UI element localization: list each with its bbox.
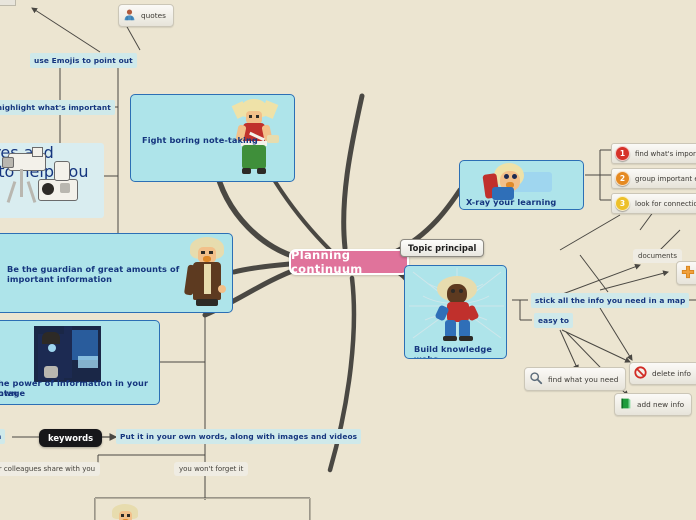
numbered-item-label: find what's important bbox=[635, 149, 696, 158]
badge-number: 3 bbox=[615, 196, 630, 211]
chip-use-emojis[interactable]: use Emojis to point out bbox=[30, 53, 137, 68]
numbered-item-1[interactable]: 1 find what's important bbox=[611, 143, 696, 164]
chip-easy-to[interactable]: easy to bbox=[534, 313, 574, 328]
branch-pictures-and-videos[interactable]: g Pictures and Videos to help you bbox=[0, 143, 104, 218]
chip-keywords[interactable]: keywords bbox=[39, 429, 103, 447]
chip-put-in-your-own-words[interactable]: Put it in your own words, along with ima… bbox=[116, 429, 362, 444]
icon-chip-quotes[interactable]: quotes bbox=[118, 4, 174, 27]
branch-power-of-information[interactable]: he power of information in your own ntag… bbox=[0, 320, 160, 405]
badge-number: 1 bbox=[615, 146, 630, 161]
camera-equipment-image bbox=[2, 147, 94, 205]
bottom-character-image bbox=[110, 504, 140, 520]
icon-chip-add-plus[interactable] bbox=[676, 261, 696, 285]
numbered-item-3[interactable]: 3 look for connections bbox=[611, 193, 696, 214]
numbered-item-label: group important elem bbox=[635, 174, 696, 183]
tooltip-topic-principal: Topic principal bbox=[400, 239, 485, 257]
chip-highlight-colours[interactable]: urs to highlight what's important bbox=[0, 100, 115, 115]
branch-caption: Build knowledge webs bbox=[414, 344, 492, 359]
branch-build-knowledge-webs[interactable]: Build knowledge webs bbox=[404, 265, 507, 359]
label-colleagues-share[interactable]: our colleagues share with you bbox=[0, 462, 101, 476]
icon-chip-delete-info[interactable]: delete info bbox=[629, 362, 696, 385]
icon-chip-label: find what you need bbox=[548, 374, 619, 384]
icon-chip-label: delete info bbox=[652, 369, 691, 378]
branch-caption: Fight boring note-taking bbox=[142, 135, 258, 145]
prohibition-icon bbox=[634, 366, 647, 381]
icon-chip-label: add new info bbox=[637, 400, 685, 409]
wizard-character-image bbox=[183, 237, 230, 311]
mindmap-canvas: Planning continuum Topic principal Fight… bbox=[0, 0, 696, 520]
person-icon bbox=[123, 8, 136, 23]
branch-guardian-of-information[interactable]: Be the guardian of great amounts of impo… bbox=[0, 233, 233, 313]
night-city-character-image bbox=[34, 326, 101, 382]
branch-caption-line2: important information bbox=[7, 274, 113, 284]
fragment-top-left[interactable] bbox=[0, 0, 16, 6]
central-node[interactable]: Planning continuum bbox=[289, 248, 409, 276]
chip-left-cut[interactable]: n bbox=[0, 429, 6, 444]
spider-character-image bbox=[431, 276, 483, 342]
label-documents[interactable]: documents bbox=[633, 249, 682, 263]
orange-plus-icon bbox=[681, 265, 695, 281]
branch-xray-learning-material[interactable]: X-ray your learning material bbox=[459, 160, 584, 210]
numbered-item-2[interactable]: 2 group important elem bbox=[611, 168, 696, 189]
branch-caption-line2: ntage bbox=[0, 388, 26, 398]
green-book-icon bbox=[619, 397, 632, 412]
numbered-item-label: look for connections bbox=[635, 199, 696, 208]
branch-fight-boring-note-taking[interactable]: Fight boring note-taking bbox=[130, 94, 295, 182]
branch-caption: X-ray your learning material bbox=[466, 197, 557, 209]
label-wont-forget-it[interactable]: you won't forget it bbox=[174, 462, 249, 476]
superhero-character-image bbox=[482, 162, 554, 200]
branch-caption-line1: Be the guardian of great amounts of bbox=[7, 264, 180, 274]
icon-chip-label: quotes bbox=[141, 11, 166, 20]
magnifier-icon bbox=[529, 371, 543, 387]
chip-stick-all-the-info[interactable]: stick all the info you need in a map bbox=[531, 293, 690, 308]
bottom-cut-box[interactable] bbox=[95, 498, 311, 520]
icon-chip-add-new-info[interactable]: add new info bbox=[614, 393, 693, 416]
icon-chip-find-what-you-need[interactable]: find what you need bbox=[524, 367, 627, 391]
badge-number: 2 bbox=[615, 171, 630, 186]
